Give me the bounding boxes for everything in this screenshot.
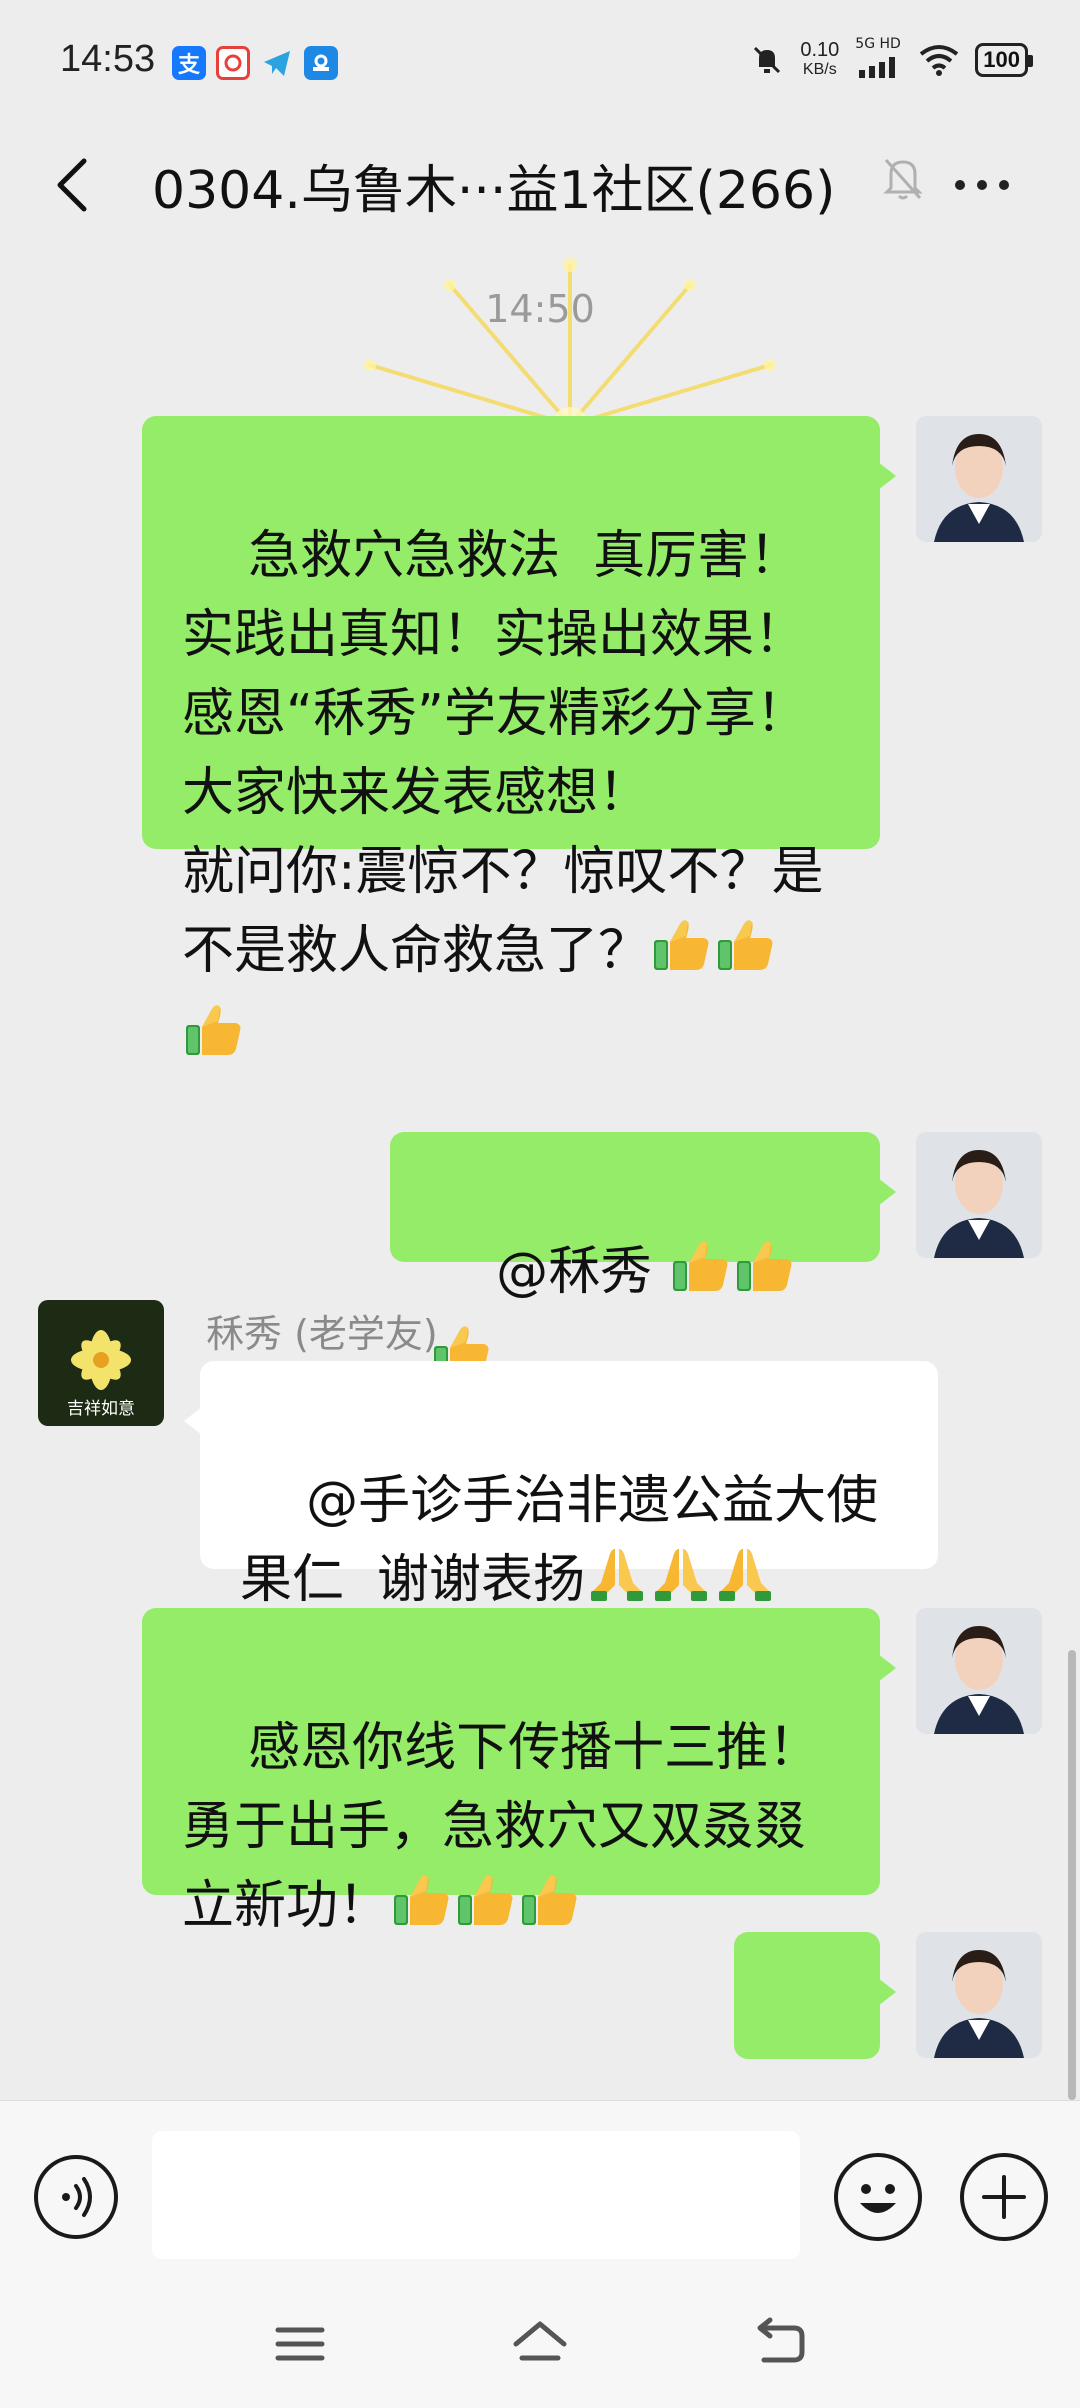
alipay-icon: 支 <box>172 46 206 80</box>
status-bar: 14:53 支 0.10 KB/s 5G HD 100 <box>0 0 1080 120</box>
plus-icon <box>982 2175 1026 2219</box>
chat-header: 0304.乌鲁木···益1社区(266) <box>0 120 1080 255</box>
voice-input-button[interactable] <box>34 2155 118 2239</box>
more-options-button[interactable] <box>955 175 1025 195</box>
scrollbar[interactable] <box>1068 1650 1076 2100</box>
sender-avatar[interactable]: 吉祥如意 <box>38 1300 164 1426</box>
status-indicators: 0.10 KB/s 5G HD 100 <box>750 36 1033 80</box>
home-button[interactable] <box>510 2316 570 2372</box>
thumbs-up-emoji-icon <box>733 1235 797 1318</box>
dot-icon <box>977 180 987 190</box>
emoji-button[interactable] <box>834 2153 922 2241</box>
back-nav-button[interactable] <box>750 2316 810 2372</box>
my-avatar[interactable] <box>916 1932 1042 2058</box>
app2-icon <box>304 46 338 80</box>
more-functions-button[interactable] <box>960 2153 1048 2241</box>
chevron-left-icon <box>57 158 87 212</box>
mute-bell-icon <box>754 46 781 74</box>
thumbs-up-emoji-icon <box>669 1235 733 1318</box>
message-timestamp: 14:50 <box>485 287 595 331</box>
dot-icon <box>955 180 965 190</box>
status-time: 14:53 <box>60 38 156 80</box>
recent-apps-button[interactable] <box>270 2316 330 2372</box>
smiley-icon <box>860 2184 896 2213</box>
back-arrow-icon <box>757 2317 805 2363</box>
message-bubble-outgoing[interactable]: 感恩你线下传播十三推！勇于出手，急救穴又双叒叕立新功！ <box>142 1608 896 1936</box>
thumbs-up-emoji-icon <box>714 914 778 997</box>
telegram-icon <box>260 46 294 80</box>
mute-notification-icon <box>878 148 928 208</box>
emoji-group <box>390 1875 582 1936</box>
thumbs-up-emoji-icon <box>390 1869 454 1952</box>
chat-title: 0304.乌鲁木···益1社区(266) <box>152 161 836 221</box>
thumbs-up-emoji-icon <box>650 914 714 997</box>
message-bubble-outgoing[interactable] <box>734 1932 896 2059</box>
message-bubble-outgoing[interactable]: 急救穴急救法 真厉害！实践出真知！实操出效果！感恩“秝秀”学友精彩分享！大家快来… <box>142 416 896 1055</box>
app-icon <box>216 46 250 80</box>
home-icon <box>513 2321 567 2361</box>
my-avatar[interactable] <box>916 1608 1042 1734</box>
message-input[interactable] <box>152 2131 800 2259</box>
message-bubble-outgoing[interactable]: @秝秀 <box>390 1132 896 1376</box>
message-bubble-incoming[interactable]: @手诊手治非遗公益大使果仁 谢谢表扬 <box>184 1361 938 1610</box>
battery-indicator: 100 <box>975 43 1033 77</box>
system-navigation-bar <box>0 2280 1080 2408</box>
avatar-caption: 吉祥如意 <box>67 1399 135 1419</box>
thumbs-up-emoji-icon <box>182 999 246 1082</box>
wifi-icon <box>920 45 959 76</box>
emoji-group <box>585 1549 777 1610</box>
menu-icon <box>275 2327 325 2361</box>
voice-icon <box>62 2177 92 2217</box>
thumbs-up-emoji-icon <box>454 1869 518 1952</box>
back-button[interactable] <box>40 145 110 225</box>
cellular-signal-icon: 5G HD <box>855 36 903 78</box>
net-speed: 0.10 KB/s <box>800 39 840 78</box>
thumbs-up-emoji-icon <box>518 1869 582 1952</box>
my-avatar[interactable] <box>916 1132 1042 1258</box>
message-text: @秝秀 <box>496 1242 669 1302</box>
message-text: 急救穴急救法 真厉害！实践出真知！实操出效果！感恩“秝秀”学友精彩分享！大家快来… <box>182 526 824 981</box>
message-text: @手诊手治非遗公益大使果仁 谢谢表扬 <box>240 1471 879 1610</box>
message-list[interactable]: 14:50 急救穴急救法 真厉害！实践出真知！实操出效果！感恩“秝秀”学友精彩分… <box>0 255 1080 2100</box>
my-avatar[interactable] <box>916 416 1042 542</box>
input-bar <box>0 2100 1080 2280</box>
dot-icon <box>999 180 1009 190</box>
sender-name: 秝秀 (老学友) <box>206 1312 438 1356</box>
